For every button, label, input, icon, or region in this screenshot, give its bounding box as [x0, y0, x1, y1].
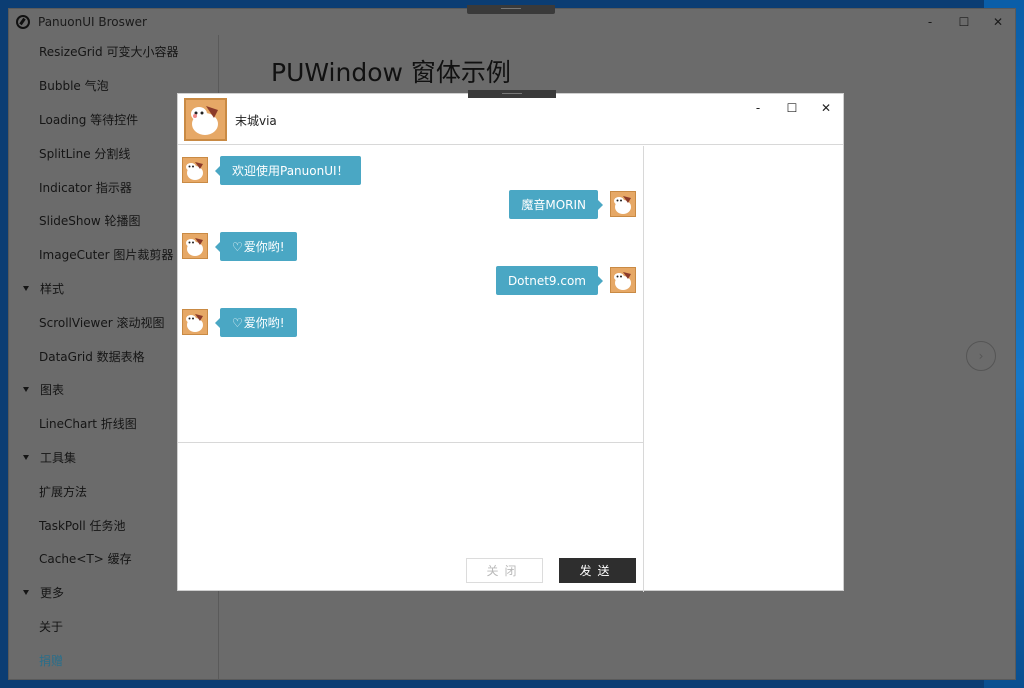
chat-minimize-button[interactable]: - — [741, 94, 775, 122]
message-avatar — [182, 233, 208, 259]
sidebar-item-label: 工具集 — [40, 450, 77, 465]
sidebar-item-label: TaskPoll 任务池 — [39, 518, 126, 533]
message-bubble: 欢迎使用PanuonUI！ — [215, 156, 361, 185]
sidebar-item-label: 样式 — [40, 281, 65, 296]
sidebar-item-label: SplitLine 分割线 — [39, 146, 131, 161]
chat-header: 末城via - ☐ ✕ — [178, 94, 843, 145]
chat-message: 魔音MORIN — [178, 190, 644, 219]
heart-icon: ♡ — [232, 315, 243, 330]
sidebar-item-label: 扩展方法 — [39, 484, 88, 499]
close-chat-button[interactable]: 关闭 — [466, 558, 543, 583]
sidebar-item-label: DataGrid 数据表格 — [39, 349, 145, 364]
sidebar-item[interactable]: ResizeGrid 可变大小容器 — [9, 35, 218, 69]
message-bubble: ♡ 爱你哟! — [215, 308, 297, 337]
app-logo-icon — [16, 15, 30, 29]
sidebar-item-label: Loading 等待控件 — [39, 112, 139, 127]
sidebar-item-label: Bubble 气泡 — [39, 79, 109, 94]
chat-close-button[interactable]: ✕ — [809, 94, 843, 122]
sidebar-item-label: Indicator 指示器 — [39, 180, 132, 195]
chat-side-panel — [645, 146, 843, 591]
contact-avatar — [184, 98, 227, 141]
message-text: 爱你哟! — [243, 316, 285, 330]
expand-triangle-icon — [23, 590, 29, 596]
sidebar-item-label: ScrollViewer 滚动视图 — [39, 315, 165, 330]
sidebar-item-label: LineChart 折线图 — [39, 417, 137, 432]
send-button[interactable]: 发送 — [559, 558, 636, 583]
expand-triangle-icon — [23, 387, 29, 393]
message-input[interactable]: 关闭 发送 — [178, 442, 644, 592]
sidebar-item[interactable]: 关于 — [9, 610, 218, 644]
app-titlebar: PanuonUI Broswer - ☐ ✕ — [9, 9, 1015, 35]
message-bubble: 魔音MORIN — [509, 190, 603, 219]
sidebar-item-label: 更多 — [40, 586, 65, 601]
message-text: 欢迎使用PanuonUI！ — [232, 164, 349, 178]
expand-triangle-icon — [23, 285, 29, 291]
message-avatar — [610, 267, 636, 293]
message-text: Dotnet9.com — [507, 273, 586, 288]
contact-name: 末城via — [235, 114, 277, 128]
page-title: PUWindow 窗体示例 — [271, 58, 511, 87]
expand-triangle-icon — [23, 454, 29, 460]
chat-message: Dotnet9.com — [178, 266, 644, 295]
sidebar-item-label: 捐赠 — [39, 653, 64, 668]
minimize-button[interactable]: - — [913, 9, 947, 35]
message-bubble: Dotnet9.com — [495, 266, 604, 295]
chat-message: ♡ 爱你哟! — [178, 232, 644, 261]
message-text: 魔音MORIN — [521, 198, 586, 212]
message-text: 爱你哟! — [243, 240, 285, 254]
chat-maximize-button[interactable]: ☐ — [775, 94, 809, 122]
chat-message: ♡ 爱你哟! — [178, 308, 644, 337]
sidebar-item-label: 图表 — [40, 383, 65, 398]
sidebar-item[interactable]: 捐赠 — [9, 643, 218, 677]
message-avatar — [610, 191, 636, 217]
chat-dialog: 末城via - ☐ ✕ 欢迎使用PanuonUI！ 魔音MORIN ♡ 爱你哟! Dot… — [177, 90, 844, 592]
message-bubble: ♡ 爱你哟! — [215, 232, 297, 261]
sidebar-item-label: ImageCuter 图片裁剪器 — [39, 248, 174, 263]
app-title: PanuonUI Broswer — [38, 15, 147, 29]
heart-icon: ♡ — [232, 239, 243, 254]
sidebar-item-label: 关于 — [39, 619, 64, 634]
sidebar-item-label: ResizeGrid 可变大小容器 — [39, 45, 179, 60]
message-avatar — [182, 309, 208, 335]
sidebar-item-label: SlideShow 轮播图 — [39, 214, 141, 229]
chat-message: 欢迎使用PanuonUI！ — [178, 156, 644, 185]
message-list[interactable]: 欢迎使用PanuonUI！ 魔音MORIN ♡ 爱你哟! Dotnet9.com ♡ 爱你哟… — [178, 146, 644, 442]
message-avatar — [182, 157, 208, 183]
sidebar-item-label: Cache<T> 缓存 — [39, 552, 132, 567]
maximize-button[interactable]: ☐ — [947, 9, 981, 35]
close-button[interactable]: ✕ — [981, 9, 1015, 35]
next-arrow-button[interactable]: › — [966, 341, 996, 371]
